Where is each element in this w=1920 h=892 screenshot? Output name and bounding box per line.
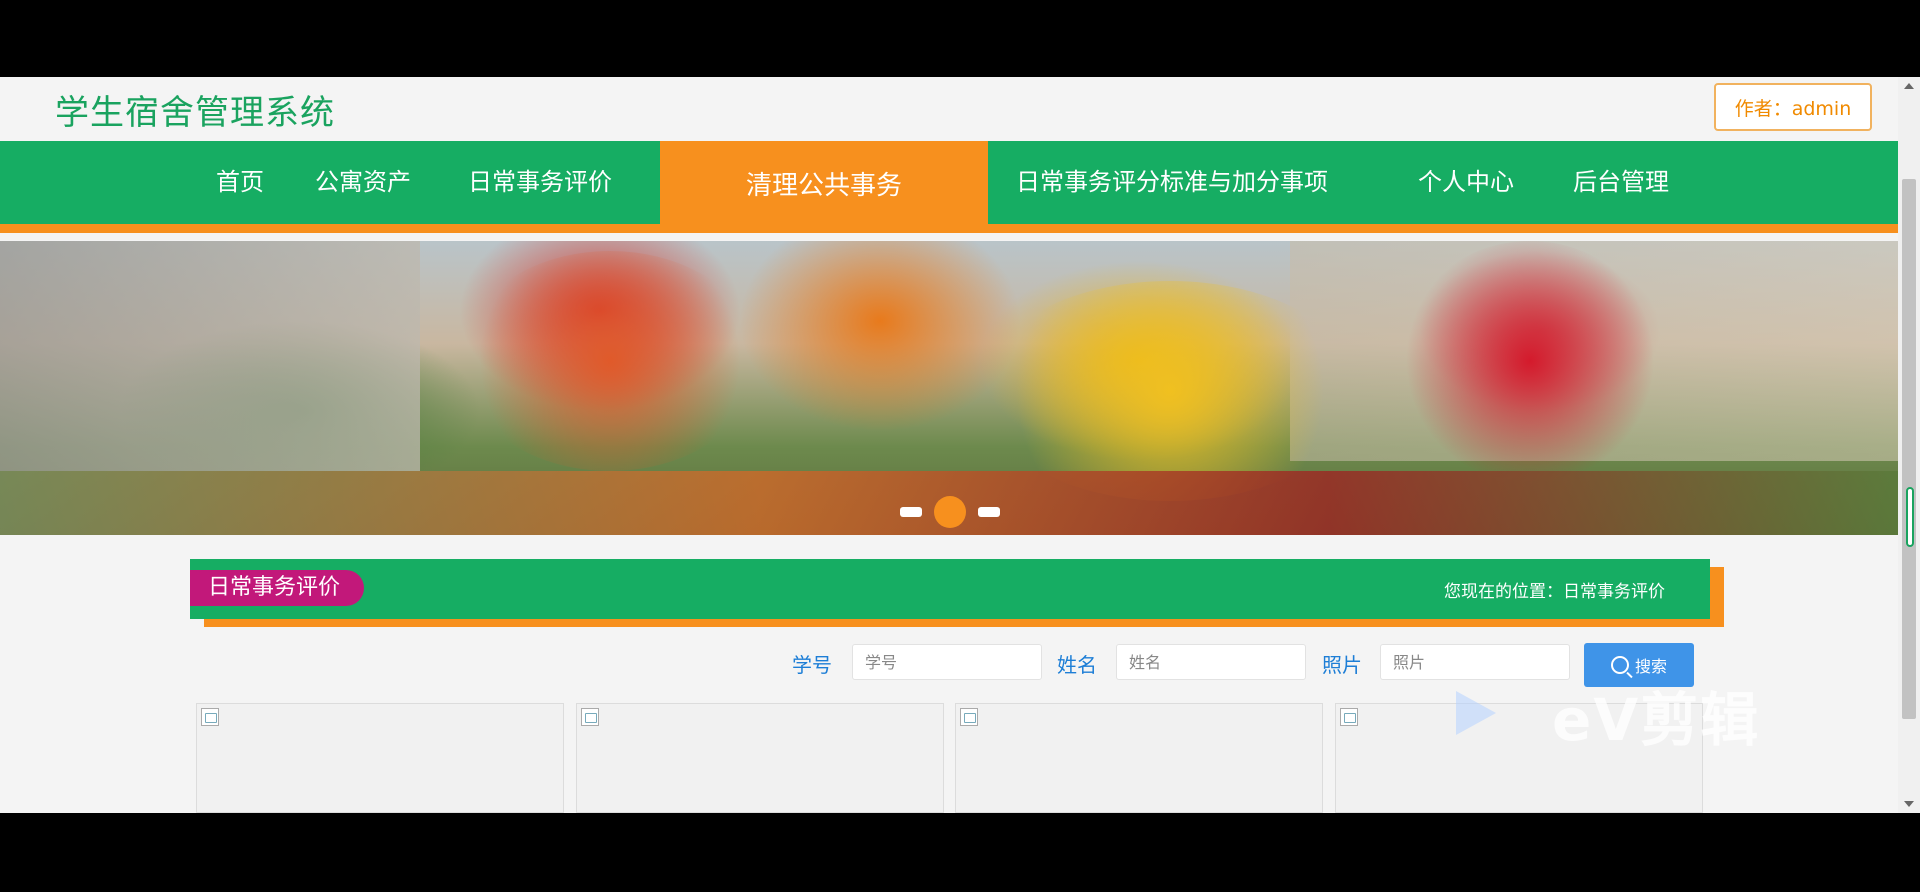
carousel-dot-active[interactable] <box>934 496 966 528</box>
nav-item-apartment-assets[interactable]: 公寓资产 <box>315 141 411 224</box>
section-title: 日常事务评价 <box>190 570 365 606</box>
site-title: 学生宿舍管理系统 <box>55 93 335 133</box>
browser-viewport: 学生宿舍管理系统 作者：admin 首页 公寓资产 日常事务评价 清理公共事务 … <box>0 77 1920 813</box>
broken-image-icon <box>960 708 978 726</box>
carousel-dot[interactable] <box>900 507 922 517</box>
nav-item-public-cleaning[interactable]: 清理公共事务 <box>660 141 988 233</box>
nav-item-home[interactable]: 首页 <box>216 141 264 224</box>
list-item-card[interactable] <box>955 703 1323 813</box>
nav-item-scoring-standards[interactable]: 日常事务评分标准与加分事项 <box>1016 141 1328 224</box>
nav-item-admin[interactable]: 后台管理 <box>1573 141 1669 224</box>
banner-image-building-left <box>0 241 420 471</box>
scroll-thumb[interactable] <box>1902 179 1916 719</box>
site-header: 学生宿舍管理系统 作者：admin <box>0 77 1898 141</box>
nav-item-personal-center[interactable]: 个人中心 <box>1418 141 1514 224</box>
author-badge[interactable]: 作者：admin <box>1714 83 1872 131</box>
search-icon <box>1610 656 1629 674</box>
scroll-grip-handle[interactable] <box>1906 487 1914 547</box>
broken-image-icon <box>581 708 599 726</box>
student-id-label: 学号 <box>792 653 832 677</box>
name-label: 姓名 <box>1057 653 1097 677</box>
banner-image-foliage <box>1400 241 1660 481</box>
scroll-down-icon[interactable] <box>1904 801 1914 807</box>
nav-item-daily-evaluation[interactable]: 日常事务评价 <box>468 141 612 224</box>
list-item-card[interactable] <box>576 703 944 813</box>
banner-image-foliage <box>460 251 760 471</box>
carousel-indicators <box>900 496 1000 528</box>
scroll-up-icon[interactable] <box>1904 83 1914 89</box>
banner-image-foliage <box>980 281 1360 501</box>
watermark-logo: eV剪辑 <box>1552 686 1761 754</box>
photo-label: 照片 <box>1322 653 1362 677</box>
breadcrumb: 您现在的位置：日常事务评价 <box>1444 582 1665 602</box>
main-nav: 首页 公寓资产 日常事务评价 清理公共事务 日常事务评分标准与加分事项 个人中心… <box>0 141 1898 233</box>
student-id-input[interactable] <box>852 644 1042 680</box>
hero-carousel[interactable] <box>0 241 1898 535</box>
name-input[interactable] <box>1116 644 1306 680</box>
broken-image-icon <box>1340 708 1358 726</box>
vertical-scrollbar[interactable] <box>1898 77 1920 813</box>
list-item-card[interactable] <box>196 703 564 813</box>
broken-image-icon <box>201 708 219 726</box>
carousel-dot[interactable] <box>978 507 1000 517</box>
